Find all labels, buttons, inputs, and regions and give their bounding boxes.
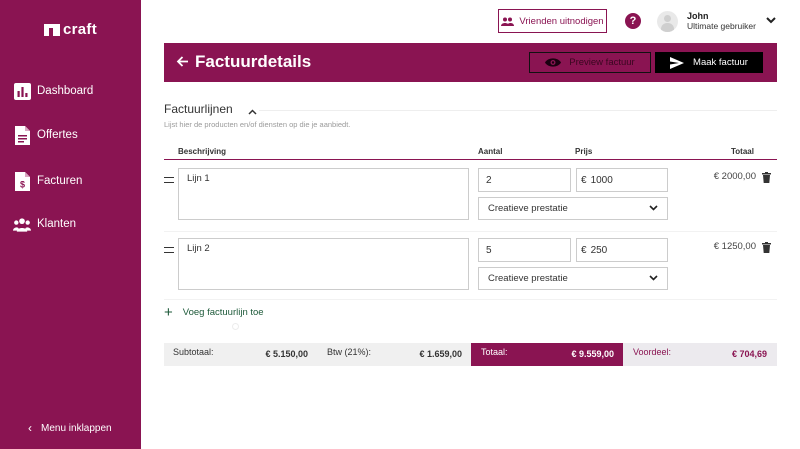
collapse-label: Menu inklappen — [41, 422, 112, 434]
people-icon — [501, 17, 515, 26]
sidebar-item-label: Facturen — [37, 175, 83, 187]
price-value: 250 — [590, 244, 608, 256]
total-value: € 9.559,00 — [571, 349, 614, 359]
vat-label: Btw (21%): — [327, 347, 372, 357]
price-input[interactable]: € 1000 — [576, 168, 668, 192]
document-icon — [13, 125, 31, 145]
plus-icon: + — [164, 304, 173, 321]
total-label: Totaal: — [481, 347, 508, 357]
subtotal-value: € 5.150,00 — [265, 349, 308, 359]
craft-logo-icon — [44, 23, 60, 36]
question-icon[interactable]: ? — [625, 13, 641, 29]
section-subtitle: Lijst hier de producten en/of diensten o… — [164, 120, 351, 129]
chevron-up-icon[interactable] — [248, 106, 257, 118]
make-invoice-button[interactable]: Maak factuur — [655, 52, 763, 73]
logo-text: craft — [63, 21, 98, 38]
invite-friends-button[interactable]: Vrienden uitnodigen — [498, 9, 607, 33]
category-value: Creatieve prestatie — [488, 203, 568, 214]
trash-icon[interactable] — [762, 242, 771, 256]
user-role: Ultimate gebruiker — [687, 21, 756, 31]
add-invoice-line-button[interactable]: + Voeg factuurlijn toe — [164, 305, 264, 320]
subtotal-panel: Subtotaal: € 5.150,00 Btw (21%): € 1.659… — [164, 343, 471, 366]
vat-value: € 1.659,00 — [419, 349, 462, 359]
invoice-icon: $ — [13, 171, 31, 191]
sidebar-item-label: Klanten — [37, 218, 77, 230]
invite-label: Vrienden uitnodigen — [519, 15, 604, 27]
sidebar-item-label: Offertes — [37, 129, 78, 141]
currency-symbol: € — [581, 174, 587, 186]
header-divider — [164, 159, 777, 160]
sidebar-item-klanten[interactable]: Klanten — [13, 214, 76, 234]
chevron-down-icon — [649, 273, 658, 284]
page-title: Factuurdetails — [195, 52, 312, 71]
quantity-input[interactable]: 5 — [478, 238, 571, 262]
advantage-label: Voordeel: — [633, 347, 672, 357]
subtotal-label: Subtotaal: — [173, 347, 214, 357]
drag-handle-icon[interactable] — [164, 247, 174, 253]
sidebar: craft Dashboard Offertes $ Facturen Klan… — [0, 0, 141, 449]
column-header-description: Beschrijving — [178, 147, 227, 156]
chevron-down-icon — [649, 203, 658, 214]
avatar[interactable] — [657, 11, 678, 32]
section-title: Factuurlijnen — [164, 102, 233, 116]
totals-bar: Subtotaal: € 5.150,00 Btw (21%): € 1.659… — [164, 343, 777, 366]
page-header: Factuurdetails Preview factuur Maak fact… — [164, 43, 777, 82]
category-select[interactable]: Creatieve prestatie — [478, 197, 668, 220]
description-input[interactable]: Lijn 1 — [178, 168, 469, 220]
chevron-down-icon[interactable] — [766, 15, 776, 27]
row-divider — [164, 231, 777, 232]
collapse-menu-button[interactable]: ‹ Menu inklappen — [28, 421, 112, 435]
advantage-panel: Voordeel: € 704,69 — [623, 343, 777, 366]
advantage-value: € 704,69 — [731, 349, 767, 359]
preview-invoice-button[interactable]: Preview factuur — [529, 52, 651, 73]
sidebar-item-offertes[interactable]: Offertes — [13, 125, 78, 145]
price-value: 1000 — [590, 174, 613, 186]
divider — [259, 110, 777, 111]
total-panel: Totaal: € 9.559,00 — [471, 343, 623, 366]
price-input[interactable]: € 250 — [576, 238, 668, 262]
chevron-left-icon: ‹ — [28, 421, 32, 435]
quantity-input[interactable]: 2 — [478, 168, 571, 192]
eye-icon — [545, 57, 562, 68]
category-value: Creatieve prestatie — [488, 273, 568, 284]
category-select[interactable]: Creatieve prestatie — [478, 267, 668, 290]
preview-label: Preview factuur — [569, 57, 635, 68]
radio-icon — [232, 323, 239, 330]
arrow-left-icon[interactable] — [176, 55, 189, 71]
row-total: € 1250,00 — [713, 241, 756, 252]
currency-symbol: € — [581, 244, 587, 256]
add-line-label: Voeg factuurlijn toe — [182, 307, 264, 318]
column-header-total: Totaal — [731, 147, 754, 156]
description-input[interactable]: Lijn 2 — [178, 238, 469, 290]
sidebar-item-label: Dashboard — [37, 85, 94, 97]
column-header-quantity: Aantal — [478, 147, 503, 156]
users-icon — [13, 215, 31, 233]
chart-icon — [13, 82, 31, 100]
svg-text:$: $ — [19, 179, 24, 189]
trash-icon[interactable] — [762, 172, 771, 186]
logo[interactable]: craft — [44, 21, 97, 38]
row-total: € 2000,00 — [713, 171, 756, 182]
sidebar-item-dashboard[interactable]: Dashboard — [13, 81, 93, 101]
make-label: Maak factuur — [693, 57, 748, 68]
send-icon — [670, 56, 685, 69]
row-divider — [164, 299, 777, 300]
user-name: John — [687, 11, 709, 21]
drag-handle-icon[interactable] — [164, 177, 174, 183]
column-header-price: Prijs — [575, 147, 593, 156]
sidebar-item-facturen[interactable]: $ Facturen — [13, 171, 82, 191]
